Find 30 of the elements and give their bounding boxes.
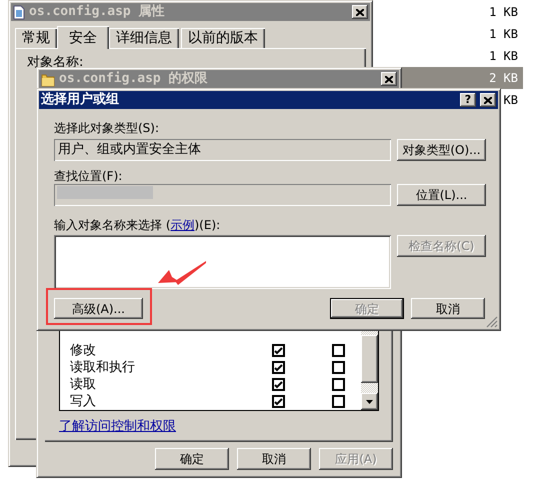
window-title: 选择用户或组 — [41, 93, 120, 107]
field-label: 选择此对象类型(S): — [54, 121, 160, 135]
field-label: 查找位置(F): — [54, 169, 124, 183]
object-types-field: 用户、组或内置安全主体 — [54, 139, 391, 161]
file-size: 1 KB — [489, 49, 518, 63]
example-link[interactable]: 示例 — [170, 218, 194, 232]
tab[interactable]: 常规 — [15, 28, 57, 48]
tab[interactable]: 安全 — [57, 26, 109, 49]
help-link[interactable]: 了解访问控制和权限 — [59, 419, 176, 434]
file-size: KB — [504, 93, 518, 107]
dialog-button[interactable]: 取消 — [237, 448, 311, 470]
help-button[interactable]: ? — [460, 93, 476, 107]
dialog-button[interactable]: 取消 — [411, 298, 485, 319]
dialog-button[interactable]: 对象类型(O)... — [397, 139, 486, 161]
window-title: os.config.asp 的权限 — [59, 72, 209, 86]
field-label: 输入对象名称来选择 (示例)(E): — [54, 218, 222, 232]
permission-name: 写入 — [70, 394, 97, 408]
window-title: os.config.asp 属性 — [29, 5, 166, 19]
tab[interactable]: 以前的版本 — [181, 28, 265, 48]
dialog-button[interactable]: 高级(A)... — [54, 298, 143, 319]
dialog-button[interactable]: 位置(L)... — [397, 184, 486, 206]
tab[interactable]: 详细信息 — [109, 28, 179, 48]
dialog-button[interactable]: 确定 — [155, 448, 229, 470]
file-size: 1 KB — [489, 27, 518, 41]
permission-name: 读取和执行 — [70, 360, 136, 374]
file-size: 1 KB — [489, 5, 518, 19]
file-size: 2 KB — [489, 71, 518, 85]
permission-name: 读取 — [70, 378, 97, 392]
field-label: 对象名称: — [27, 56, 84, 70]
permission-name: 修改 — [70, 344, 97, 358]
